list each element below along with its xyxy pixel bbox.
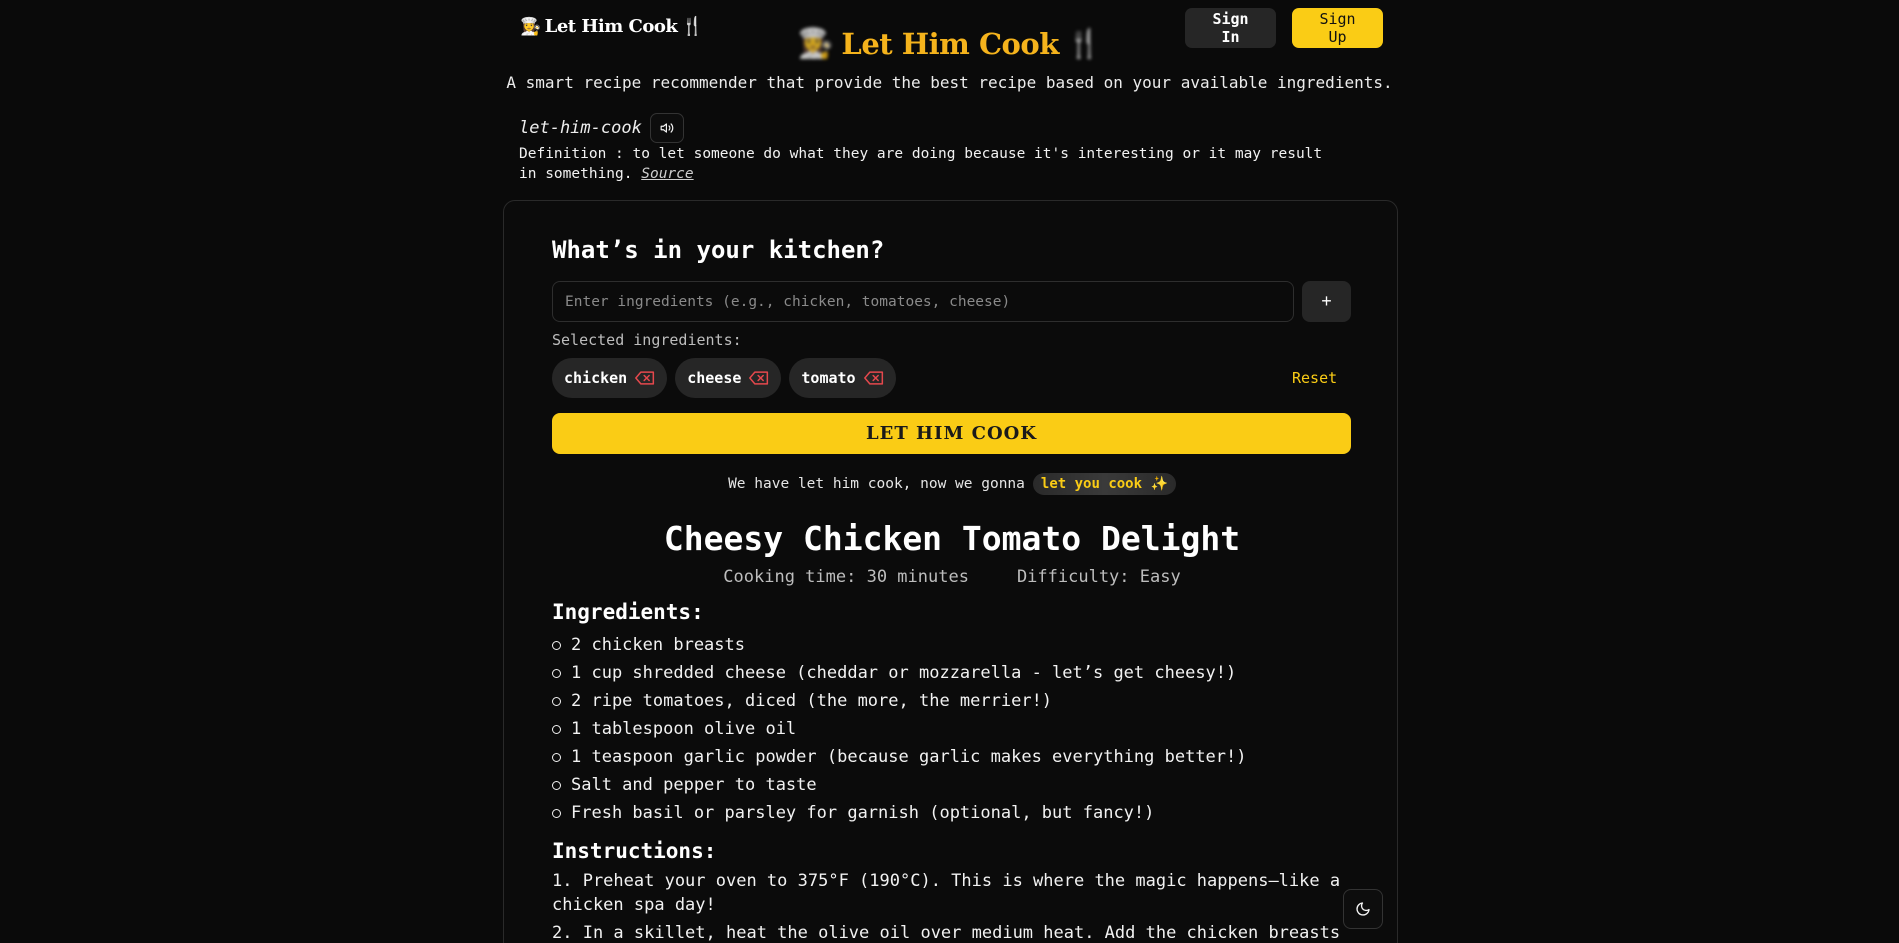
list-item: 2 chicken breasts [552, 631, 1247, 659]
chip-label: tomato [801, 369, 856, 387]
ingredient-input[interactable] [552, 281, 1294, 322]
term-row: let-him-cook [519, 113, 684, 143]
recipe-card: What’s in your kitchen? + Selected ingre… [503, 200, 1398, 943]
list-item: Fresh basil or parsley for garnish (opti… [552, 799, 1247, 827]
list-item: 1. Preheat your oven to 375°F (190°C). T… [552, 871, 1341, 915]
sign-up-button[interactable]: Sign Up [1292, 8, 1383, 48]
instructions-heading: Instructions: [552, 839, 717, 863]
list-item: 1 teaspoon garlic powder (because garlic… [552, 743, 1247, 771]
kitchen-title: What’s in your kitchen? [552, 236, 885, 264]
ingredient-chip: chicken [552, 358, 668, 398]
ingredient-chip: tomato [789, 358, 896, 398]
source-link[interactable]: Source [641, 166, 693, 182]
list-item: 1 cup shredded cheese (cheddar or mozzar… [552, 659, 1247, 687]
difficulty: Difficulty: Easy [1016, 567, 1181, 587]
ingredient-chip: cheese [675, 358, 782, 398]
list-item: 1 tablespoon olive oil [552, 715, 1247, 743]
speaker-icon [660, 123, 674, 133]
backspace-icon[interactable] [635, 371, 655, 385]
definition: Definition : to let someone do what they… [519, 144, 1339, 184]
term-word: let-him-cook [519, 118, 642, 138]
result-line: We have let him cook, now we gonna let y… [552, 473, 1352, 495]
reset-button[interactable]: Reset [1292, 369, 1337, 387]
list-item: 2 ripe tomatoes, diced (the more, the me… [552, 687, 1247, 715]
sparkle-badge: let you cook ✨ [1032, 473, 1176, 495]
moon-icon [1356, 902, 1370, 916]
ingredients-list: 2 chicken breasts 1 cup shredded cheese … [552, 631, 1247, 827]
result-prefix: We have let him cook, now we gonna [728, 476, 1025, 492]
instructions-list: 1. Preheat your oven to 375°F (190°C). T… [552, 869, 1352, 943]
hero-title: 👩‍🍳 Let Him Cook 🍴 [0, 26, 1899, 61]
recipe-title: Cheesy Chicken Tomato Delight [663, 519, 1241, 558]
chef-icon: 👩‍🍳 [797, 26, 834, 60]
auth-buttons: Sign In Sign Up [1185, 8, 1383, 48]
tagline: A smart recipe recommender that provide … [506, 73, 1393, 92]
hero-title-text: Let Him Cook [841, 26, 1059, 61]
list-item: Salt and pepper to taste [552, 771, 1247, 799]
chip-label: chicken [564, 369, 628, 387]
ingredient-chips: chicken cheese tomato [552, 358, 896, 398]
add-ingredient-button[interactable]: + [1302, 281, 1351, 322]
recipe-meta: Cooking time: 30 minutes Difficulty: Eas… [552, 567, 1352, 587]
definition-text: Definition : to let someone do what they… [519, 146, 1323, 182]
list-item: 2. In a skillet, heat the olive oil over… [552, 923, 1341, 943]
ingredients-heading: Ingredients: [552, 600, 704, 624]
plus-icon: + [1321, 291, 1332, 311]
backspace-icon[interactable] [749, 371, 769, 385]
sign-in-button[interactable]: Sign In [1185, 8, 1276, 48]
chip-label: cheese [687, 369, 742, 387]
selected-label: Selected ingredients: [552, 331, 742, 349]
cooking-time: Cooking time: 30 minutes [723, 567, 969, 587]
theme-toggle-button[interactable] [1343, 889, 1383, 929]
fork-knife-icon: 🍴 [1066, 27, 1102, 60]
let-him-cook-button[interactable]: LET HIM COOK [552, 413, 1351, 454]
pronounce-button[interactable] [649, 113, 684, 143]
backspace-icon[interactable] [863, 371, 884, 385]
